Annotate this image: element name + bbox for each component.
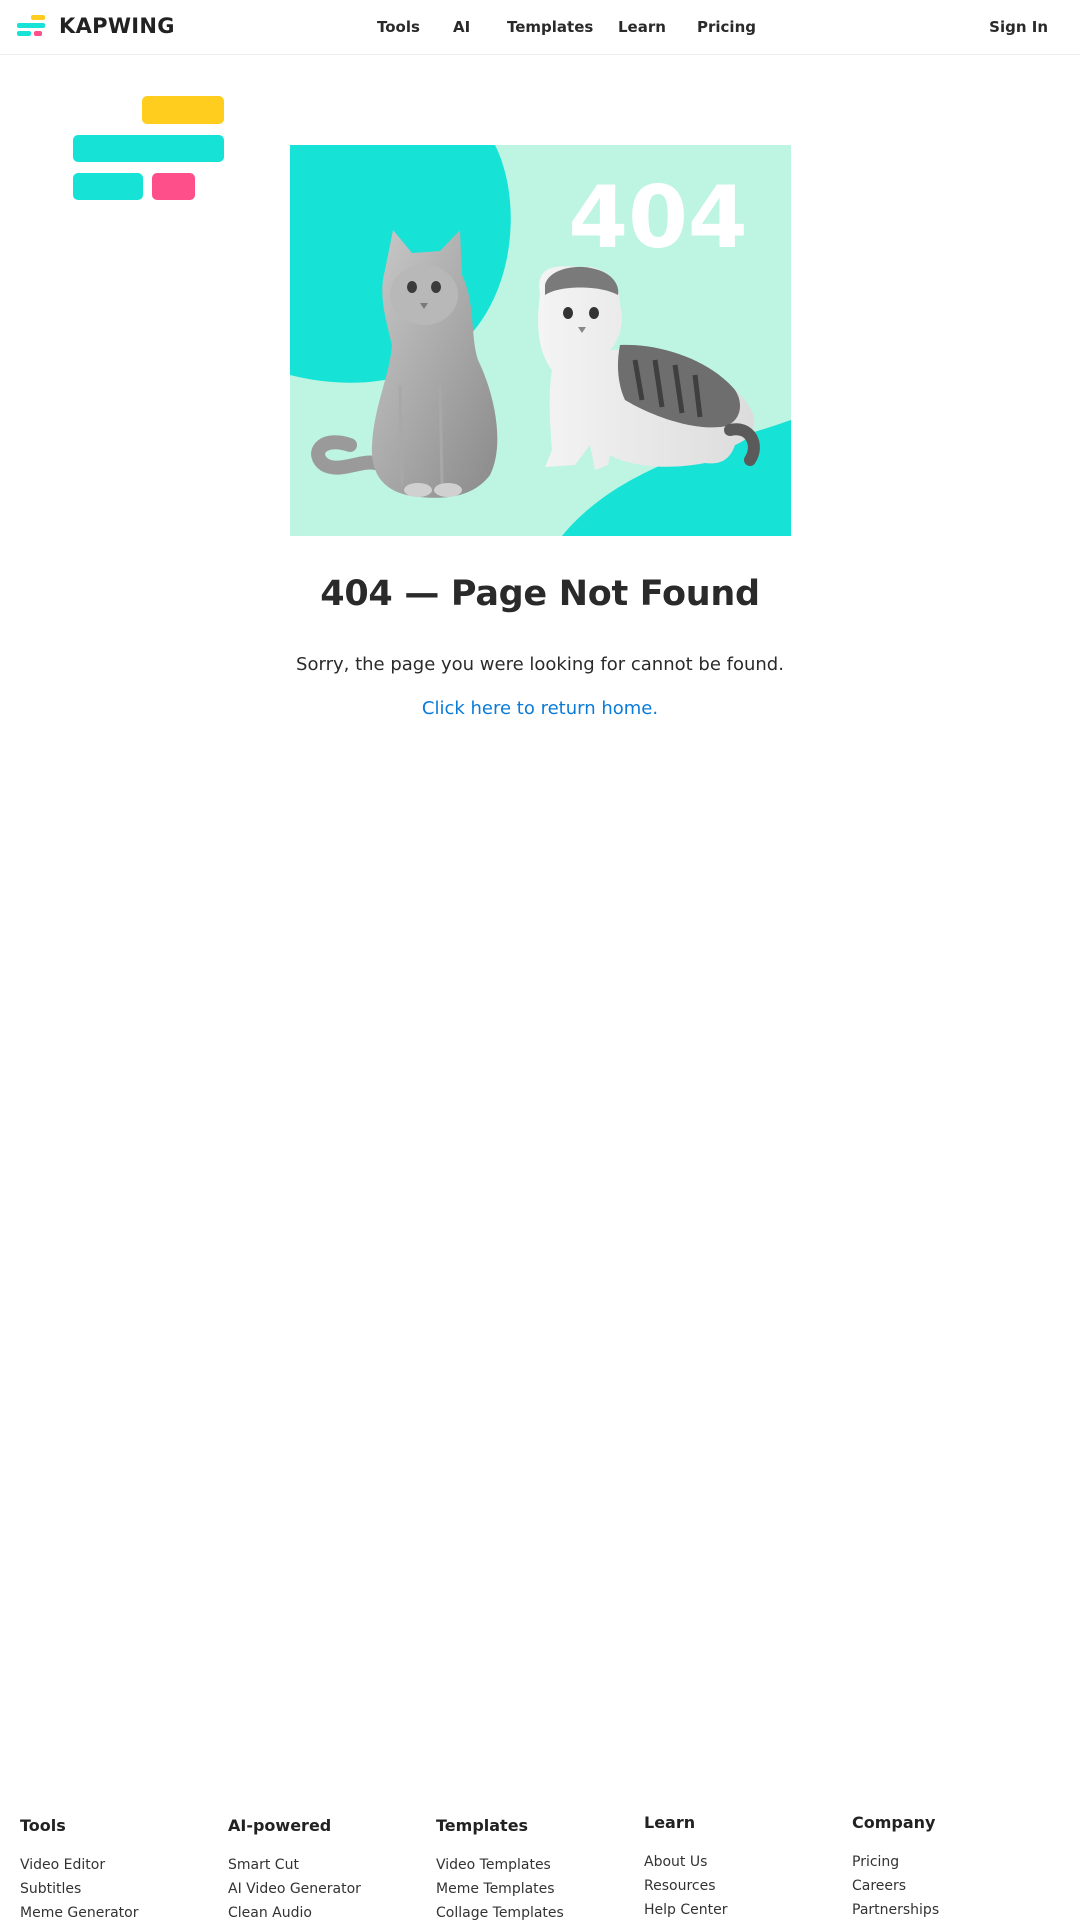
- footer-link-smart-cut[interactable]: Smart Cut: [228, 1853, 428, 1877]
- footer-column-learn: Learn About Us Resources Help Center: [644, 1813, 844, 1920]
- footer-link-video-templates[interactable]: Video Templates: [436, 1853, 636, 1877]
- nav-tools[interactable]: Tools: [377, 18, 420, 36]
- footer-link-pricing[interactable]: Pricing: [852, 1850, 1052, 1874]
- footer-heading: Tools: [20, 1816, 66, 1835]
- deco-pink-block: [152, 173, 195, 200]
- deco-teal-block: [73, 173, 143, 200]
- kapwing-logo[interactable]: KAPWING: [17, 14, 175, 38]
- footer-link-help-center[interactable]: Help Center: [644, 1898, 844, 1920]
- footer-link-careers[interactable]: Careers: [852, 1874, 1052, 1898]
- page-title: 404 — Page Not Found: [320, 574, 760, 614]
- footer-heading: Company: [852, 1813, 936, 1832]
- site-header: KAPWING Tools AI Templates Learn Pricing…: [0, 0, 1080, 55]
- footer-column-tools: Tools Video Editor Subtitles Meme Genera…: [20, 1816, 220, 1920]
- nav-ai[interactable]: AI: [453, 18, 470, 36]
- nav-pricing[interactable]: Pricing: [697, 18, 756, 36]
- kapwing-logo-icon: [17, 15, 45, 37]
- footer-heading: AI-powered: [228, 1816, 332, 1835]
- return-home-link[interactable]: Click here to return home.: [0, 698, 1080, 719]
- footer-link-subtitles[interactable]: Subtitles: [20, 1877, 220, 1901]
- footer-link-collage-templates[interactable]: Collage Templates: [436, 1901, 636, 1920]
- footer-column-templates: Templates Video Templates Meme Templates…: [436, 1816, 636, 1920]
- deco-teal-bar: [73, 135, 224, 162]
- footer-heading: Learn: [644, 1813, 696, 1832]
- nav-templates[interactable]: Templates: [507, 18, 593, 36]
- footer-column-ai-powered: AI-powered Smart Cut AI Video Generator …: [228, 1816, 428, 1920]
- nav-learn[interactable]: Learn: [618, 18, 666, 36]
- error-illustration: 404: [290, 145, 791, 536]
- footer-link-about-us[interactable]: About Us: [644, 1850, 844, 1874]
- footer-link-resources[interactable]: Resources: [644, 1874, 844, 1898]
- footer-column-company: Company Pricing Careers Partnerships: [852, 1813, 1052, 1920]
- footer-link-ai-video-generator[interactable]: AI Video Generator: [228, 1877, 428, 1901]
- sign-in-button[interactable]: Sign In: [989, 18, 1048, 36]
- footer-link-video-editor[interactable]: Video Editor: [20, 1853, 220, 1877]
- deco-yellow-block: [142, 96, 224, 124]
- footer-link-clean-audio[interactable]: Clean Audio: [228, 1901, 428, 1920]
- illustration-404-text: 404: [568, 168, 748, 268]
- brand-name: KAPWING: [59, 14, 175, 38]
- footer-heading: Templates: [436, 1816, 529, 1835]
- footer-link-meme-templates[interactable]: Meme Templates: [436, 1877, 636, 1901]
- cats-illustration: 404: [290, 145, 791, 536]
- error-message: Sorry, the page you were looking for can…: [296, 654, 784, 675]
- footer-link-meme-generator[interactable]: Meme Generator: [20, 1901, 220, 1920]
- footer-link-partnerships[interactable]: Partnerships: [852, 1898, 1052, 1920]
